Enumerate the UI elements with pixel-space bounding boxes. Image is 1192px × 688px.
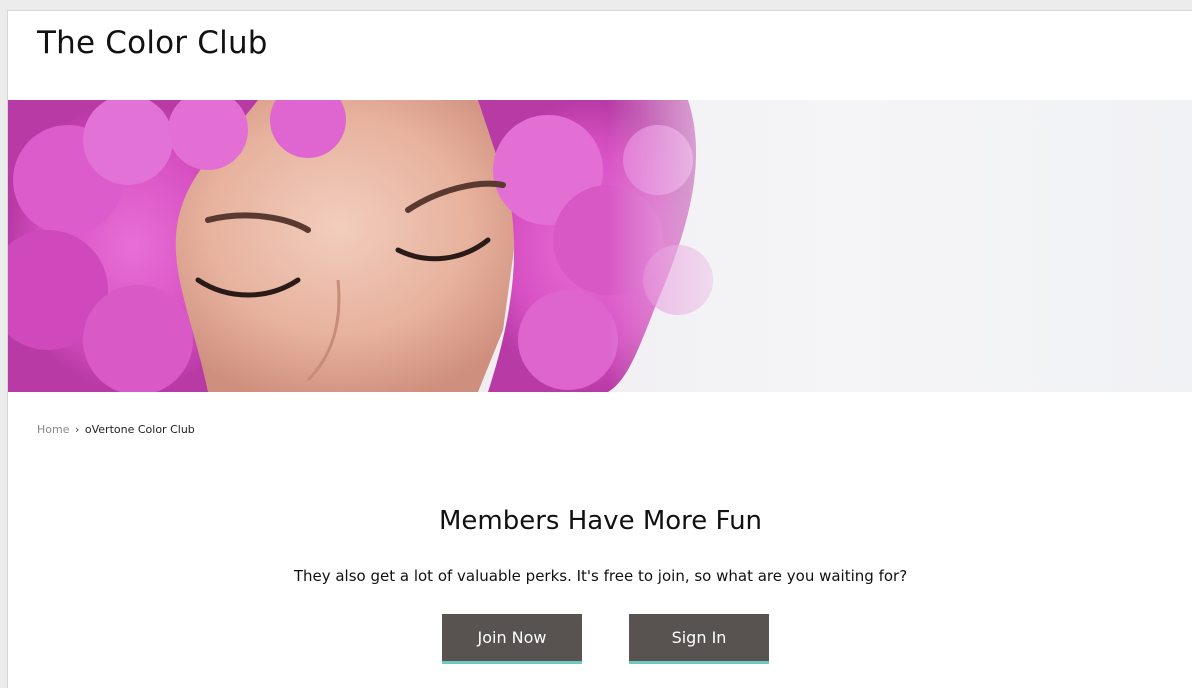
browser-page: The Color Club Home › oVertone Color Clu… [7, 10, 1192, 688]
breadcrumb-current: oVertone Color Club [84, 423, 195, 436]
hero-image [8, 100, 768, 392]
breadcrumb-separator: › [74, 423, 80, 436]
hero-banner [8, 100, 1192, 392]
page-headline: Members Have More Fun [438, 506, 763, 536]
breadcrumb-home-link[interactable]: Home [37, 423, 69, 436]
sign-in-button[interactable]: Sign In [629, 614, 769, 664]
breadcrumb: Home › oVertone Color Club [37, 423, 195, 436]
page-subline: They also get a lot of valuable perks. I… [293, 567, 908, 585]
join-now-button[interactable]: Join Now [442, 614, 582, 664]
site-title[interactable]: The Color Club [37, 25, 268, 61]
